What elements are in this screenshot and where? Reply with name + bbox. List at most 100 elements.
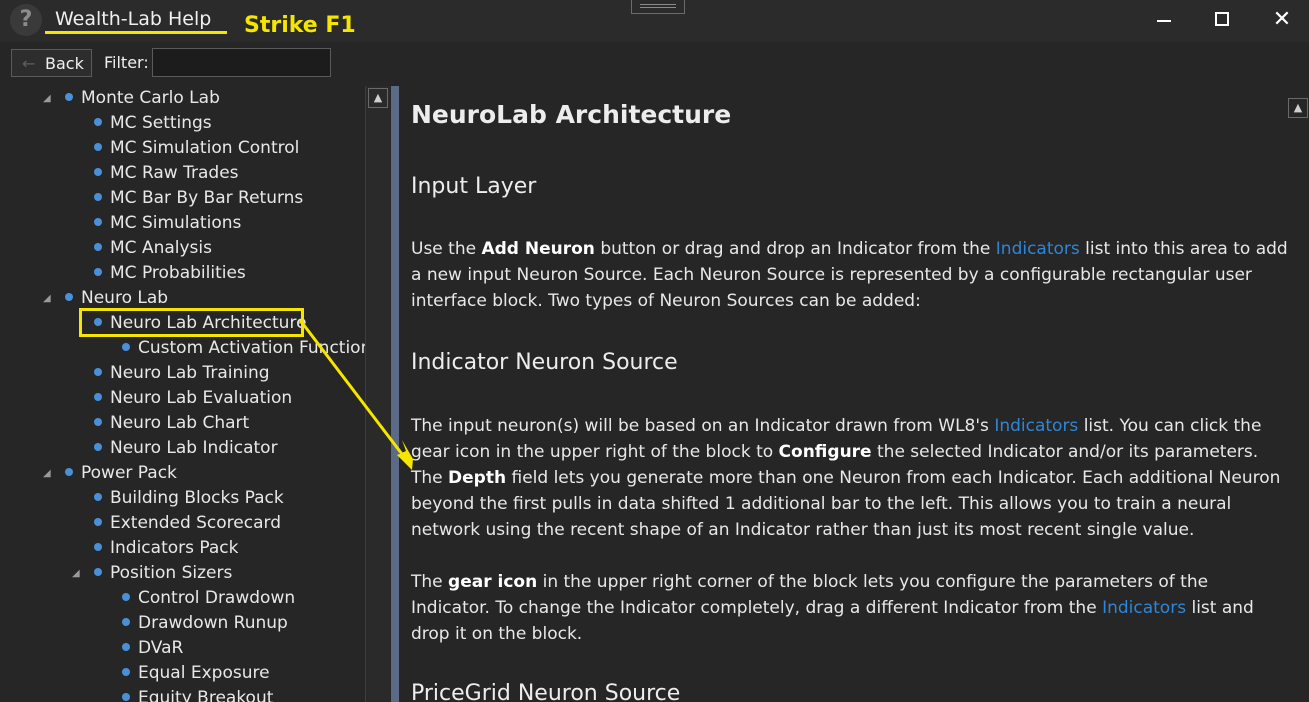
tree-item-label: Monte Carlo Lab <box>81 88 220 108</box>
tree-item-custom-activation-functions[interactable]: Custom Activation Functions <box>122 336 365 361</box>
close-icon: ✕ <box>1272 7 1292 32</box>
tree-item-dvar[interactable]: DVaR <box>122 636 183 661</box>
maximize-button[interactable] <box>1203 6 1243 34</box>
tree-item-label: Extended Scorecard <box>110 513 282 533</box>
tree-item-mc-settings[interactable]: MC Settings <box>94 111 212 136</box>
tree-item-label: MC Simulations <box>110 213 242 233</box>
indicators-link[interactable]: Indicators <box>996 239 1080 259</box>
bullet-icon <box>94 443 102 451</box>
tree-item-mc-analysis[interactable]: MC Analysis <box>94 236 212 261</box>
tree-item-mc-probabilities[interactable]: MC Probabilities <box>94 261 246 286</box>
bullet-icon <box>94 568 102 576</box>
help-content: NeuroLab Architecture Input Layer Use th… <box>399 86 1287 702</box>
tree-item-drawdown-runup[interactable]: Drawdown Runup <box>122 611 288 636</box>
tree-item-equal-exposure[interactable]: Equal Exposure <box>122 661 270 686</box>
tree-item-power-pack[interactable]: ◢ Power Pack <box>43 461 177 486</box>
filter-input[interactable] <box>152 48 331 77</box>
bullet-icon <box>94 168 102 176</box>
tree-item-extended-scorecard[interactable]: Extended Scorecard <box>94 511 281 536</box>
tree-scrollbar[interactable]: ▲ <box>365 86 390 702</box>
tree-item-mc-bar-by-bar-returns[interactable]: MC Bar By Bar Returns <box>94 186 303 211</box>
tree-item-label: MC Analysis <box>110 238 212 258</box>
bullet-icon <box>122 593 130 601</box>
bullet-icon <box>94 368 102 376</box>
tree-item-indicators-pack[interactable]: Indicators Pack <box>94 536 238 561</box>
tree-item-building-blocks-pack[interactable]: Building Blocks Pack <box>94 486 284 511</box>
paragraph-indicator-neuron-source: The input neuron(s) will be based on an … <box>411 416 1281 540</box>
window-title: Wealth-Lab Help <box>55 8 212 30</box>
scroll-up-icon[interactable]: ▲ <box>1288 98 1308 118</box>
tree-item-label: Neuro Lab Chart <box>110 413 250 433</box>
tree-item-control-drawdown[interactable]: Control Drawdown <box>122 586 295 611</box>
bullet-icon <box>122 643 130 651</box>
tree-item-label: MC Settings <box>110 113 212 133</box>
tree-item-label: Equity Breakout <box>138 688 274 702</box>
bullet-icon <box>94 543 102 551</box>
tree-item-label: MC Probabilities <box>110 263 246 283</box>
bullet-icon <box>94 193 102 201</box>
heading-input-layer: Input Layer <box>411 174 537 199</box>
selected-topic-highlight-annotation <box>79 308 304 337</box>
expand-icon[interactable]: ◢ <box>72 561 80 586</box>
tree-item-label: Power Pack <box>81 463 177 483</box>
tree-item-label: Equal Exposure <box>138 663 270 683</box>
minimize-icon <box>1157 20 1171 22</box>
topic-tree[interactable]: ◢ Monte Carlo Lab MC Settings MC Simulati… <box>5 86 365 702</box>
tree-item-neuro-lab-training[interactable]: Neuro Lab Training <box>94 361 270 386</box>
bullet-icon <box>94 493 102 501</box>
back-label: Back <box>45 54 84 73</box>
tree-item-label: Indicators Pack <box>110 538 239 558</box>
expand-icon[interactable]: ◢ <box>43 86 51 111</box>
tree-item-label: DVaR <box>138 638 184 658</box>
indicators-link[interactable]: Indicators <box>994 416 1078 436</box>
tree-item-neuro-lab-evaluation[interactable]: Neuro Lab Evaluation <box>94 386 292 411</box>
bullet-icon <box>94 268 102 276</box>
filter-label: Filter: <box>104 53 149 72</box>
scroll-up-icon[interactable]: ▲ <box>368 88 388 108</box>
help-icon: ? <box>10 4 42 36</box>
pane-splitter[interactable] <box>391 86 399 702</box>
bullet-icon <box>94 143 102 151</box>
page-title: NeuroLab Architecture <box>411 100 732 129</box>
tree-item-neuro-lab-indicator[interactable]: Neuro Lab Indicator <box>94 436 278 461</box>
tree-item-mc-simulations[interactable]: MC Simulations <box>94 211 241 236</box>
back-button[interactable]: ← Back <box>11 49 92 77</box>
heading-indicator-neuron-source: Indicator Neuron Source <box>411 350 678 375</box>
tree-item-label: Neuro Lab Evaluation <box>110 388 293 408</box>
bullet-icon <box>94 218 102 226</box>
tree-item-equity-breakout[interactable]: Equity Breakout <box>122 686 273 702</box>
tree-item-label: Position Sizers <box>110 563 233 583</box>
tree-item-label: Control Drawdown <box>138 588 296 608</box>
tree-item-label: Neuro Lab Training <box>110 363 270 383</box>
minimize-button[interactable] <box>1144 6 1184 34</box>
tree-item-mc-simulation-control[interactable]: MC Simulation Control <box>94 136 299 161</box>
close-button[interactable]: ✕ <box>1262 6 1302 34</box>
bullet-icon <box>94 418 102 426</box>
tree-item-label: Drawdown Runup <box>138 613 288 633</box>
tree-item-label: MC Simulation Control <box>110 138 300 158</box>
bullet-icon <box>94 243 102 251</box>
tree-item-position-sizers[interactable]: ◢ Position Sizers <box>72 561 233 586</box>
tree-item-label: MC Bar By Bar Returns <box>110 188 304 208</box>
tree-item-label: Custom Activation Functions <box>138 338 365 358</box>
drag-grip-icon[interactable] <box>631 0 685 14</box>
paragraph-input-layer: Use the Add Neuron button or drag and dr… <box>411 239 1287 311</box>
tree-item-label: Building Blocks Pack <box>110 488 284 508</box>
content-scrollbar[interactable]: ▲ <box>1287 86 1309 702</box>
bullet-icon <box>122 618 130 626</box>
tree-item-label: Neuro Lab Indicator <box>110 438 278 458</box>
bullet-icon <box>94 118 102 126</box>
tree-item-neuro-lab-chart[interactable]: Neuro Lab Chart <box>94 411 249 436</box>
heading-pricegrid-neuron-source: PriceGrid Neuron Source <box>411 681 681 702</box>
bullet-icon <box>94 518 102 526</box>
bullet-icon <box>65 293 73 301</box>
bullet-icon <box>122 343 130 351</box>
bullet-icon <box>65 93 73 101</box>
expand-icon[interactable]: ◢ <box>43 286 51 311</box>
tree-item-monte-carlo-lab[interactable]: ◢ Monte Carlo Lab <box>43 86 220 111</box>
back-arrow-icon: ← <box>22 54 36 73</box>
tree-item-mc-raw-trades[interactable]: MC Raw Trades <box>94 161 239 186</box>
indicators-link[interactable]: Indicators <box>1102 598 1186 618</box>
expand-icon[interactable]: ◢ <box>43 461 51 486</box>
tree-item-label: MC Raw Trades <box>110 163 239 183</box>
